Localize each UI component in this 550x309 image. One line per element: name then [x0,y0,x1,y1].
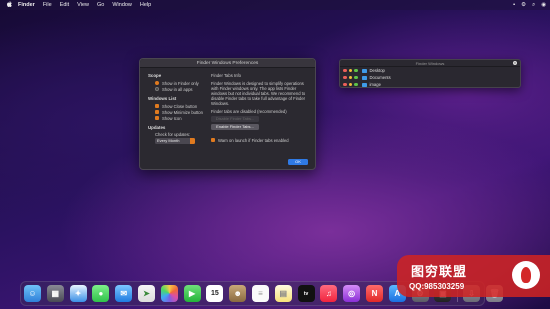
music-icon[interactable]: ♫ [320,285,338,302]
tabs-info-heading: Finder Tabs Info [211,73,241,78]
menu-extras: ▪ ⚙ ⌕ ◉ [513,0,546,10]
finder-windows-panel: Finder Windows × Desktop Documents image [339,59,521,88]
checkbox-checked-icon[interactable] [155,104,159,108]
checkbox-warn-on-launch[interactable]: Warn on launch if Finder tabs enabled [211,137,311,143]
calendar-icon[interactable]: 15 [206,285,224,302]
folder-icon [361,68,367,73]
updates-heading: Updates [148,125,166,130]
radio-icon[interactable] [155,87,159,91]
menu-go[interactable]: Go [97,2,104,8]
disable-tabs-button[interactable]: Disable Finder Tabs... [211,116,259,122]
news-icon[interactable]: N [365,285,383,302]
checkbox-checked-icon[interactable] [155,116,159,120]
scope-heading: Scope [148,73,162,78]
update-frequency-select[interactable]: Every Month [155,138,195,144]
preferences-title: Finder Windows Preferences [140,59,315,68]
watermark-overlay: 图穷联盟 QQ:985303259 [397,255,550,297]
notes-icon[interactable]: ▤ [274,285,292,302]
tabs-status: Finder tabs are disabled (recommended) [211,109,287,114]
apple-menu-icon[interactable] [6,1,12,9]
close-window-icon[interactable] [343,82,347,87]
finder-window-row[interactable]: image [340,81,520,88]
minimize-window-icon[interactable] [348,68,352,73]
messages-icon[interactable]: ● [92,285,110,302]
menu-view[interactable]: View [77,2,89,8]
watermark-title: 图穷联盟 [411,264,468,279]
maps-icon[interactable]: ➤ [137,285,155,302]
contacts-icon[interactable]: ☻ [229,285,247,302]
siri-icon[interactable]: ◉ [541,2,546,8]
preferences-left-column: Scope Show in Finder only Show in all ap… [148,73,206,144]
photos-icon[interactable] [160,285,178,302]
spotlight-icon[interactable]: ⌕ [532,2,535,9]
scope-option-finder-only[interactable]: Show in Finder only [155,80,206,86]
watermark-qq: QQ:985303259 [409,282,465,291]
menu-finder[interactable]: Finder [18,2,35,8]
windows-list-heading: Windows List [148,96,177,101]
menu-edit[interactable]: Edit [60,2,69,8]
podcasts-icon[interactable]: ◎ [343,285,361,302]
launchpad-icon[interactable]: ▦ [46,285,64,302]
finder-window-row[interactable]: Documents [340,74,520,81]
enable-tabs-button[interactable]: Enable Finder Tabs... [211,124,259,130]
menu-file[interactable]: File [43,2,52,8]
menu-help[interactable]: Help [140,2,151,8]
radio-selected-icon[interactable] [155,81,159,85]
close-icon[interactable]: × [513,61,517,65]
minimize-window-icon[interactable] [348,75,352,80]
finder-icon[interactable]: ☺ [24,285,41,302]
chevron-updown-icon [190,138,195,144]
checkbox-checked-icon[interactable] [211,138,215,142]
finder-windows-title: Finder Windows [415,61,445,66]
checkbox-show-minimize[interactable]: Show Minimize button [155,109,206,115]
zoom-window-icon[interactable] [354,82,358,87]
ok-button[interactable]: OK [288,159,308,165]
menu-window[interactable]: Window [112,2,132,8]
control-center-icon[interactable]: ⚙ [521,2,526,8]
tabs-info-body: Finder Windows is designed to simplify o… [211,81,306,106]
mail-icon[interactable]: ✉ [115,285,133,302]
facetime-icon[interactable]: ▶ [183,285,201,302]
flame-logo-icon [512,261,540,289]
close-window-icon[interactable] [343,75,347,80]
zoom-window-icon[interactable] [354,68,358,73]
menu-bar: Finder File Edit View Go Window Help ▪ ⚙… [0,0,550,10]
finder-windows-status-icon[interactable]: ▪ [513,2,515,8]
minimize-window-icon[interactable] [348,82,352,87]
tv-icon[interactable]: tv [297,285,315,302]
folder-icon [361,82,367,87]
checkbox-checked-icon[interactable] [155,110,159,114]
close-window-icon[interactable] [343,68,347,73]
safari-icon[interactable]: ✦ [69,285,87,302]
preferences-right-column: Finder Tabs Info Finder Windows is desig… [211,73,311,143]
finder-window-row[interactable]: Desktop [340,67,520,74]
zoom-window-icon[interactable] [354,75,358,80]
reminders-icon[interactable]: ≡ [251,285,269,302]
preferences-window: Finder Windows Preferences Scope Show in… [139,58,316,170]
folder-icon [361,75,367,80]
